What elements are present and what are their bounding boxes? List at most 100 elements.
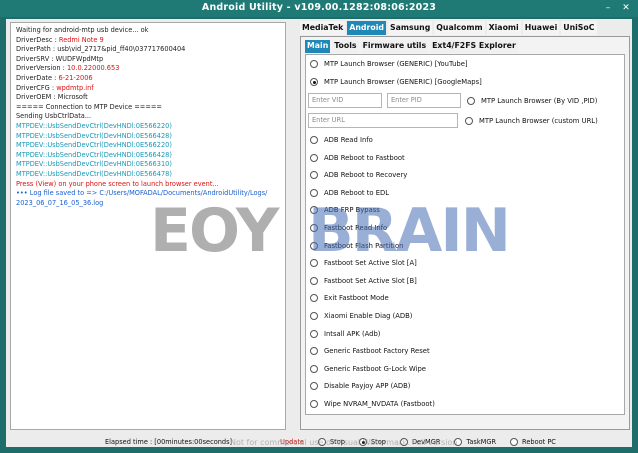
tab-samsung[interactable]: Samsung [387,21,433,35]
radio-button[interactable] [465,117,473,125]
subtab-tools[interactable]: Tools [332,40,359,53]
pid-input[interactable]: Enter PID [387,93,461,108]
option-exit-fastboot-mode[interactable]: Exit Fastboot Mode [310,293,389,303]
tab-android[interactable]: Android [347,21,386,35]
radio-button[interactable] [310,329,318,338]
option-generic-fastboot-g-lock-wipe[interactable]: Generic Fastboot G-Lock Wipe [310,364,426,374]
option-adb-reboot-to-recovery[interactable]: ADB Reboot to Recovery [310,170,407,180]
option-label: Fastboot Set Active Slot [B] [324,276,417,285]
option-adb-reboot-to-fastboot[interactable]: ADB Reboot to Fastboot [310,153,405,163]
radio-button[interactable] [310,78,318,86]
url-input[interactable]: Enter URL [308,113,458,128]
radio-button[interactable] [310,60,318,68]
log-line: DriverPath : usb\vid_2717&pid_ff40\03771… [16,45,280,55]
tab-qualcomm[interactable]: Qualcomm [434,21,485,35]
minimize-button[interactable]: – [602,2,614,14]
radio-button[interactable] [310,224,318,232]
option-adb-read-info[interactable]: ADB Read Info [310,135,373,145]
log-text: DriverPath : usb\vid_2717&pid_ff40\03771… [16,45,186,54]
radio-button[interactable] [310,153,318,162]
log-text: Press (View) on your phone screen to lau… [16,179,219,188]
option-mtp-browser-custom-url[interactable]: MTP Launch Browser (custom URL) [465,116,598,126]
log-line: DriverVersion : 10.0.22000.653 [16,64,280,74]
log-line: ===== Connection to MTP Device ===== [16,103,280,113]
radio-button[interactable] [310,312,318,320]
log-text: Sending UsbCtrlData... [16,112,92,121]
option-label: MTP Launch Browser (GENERIC) [GoogleMaps… [324,78,482,86]
tab-huawei[interactable]: Huawei [522,21,560,35]
log-text: DriverDate : [16,73,59,82]
elapsed-time-label: Elapsed time : [00minutes:00seconds] [105,438,233,446]
radio-button[interactable] [310,364,318,373]
subtab-ext4-f2fs-explorer[interactable]: Ext4/F2FS Explorer [430,40,518,53]
option-label: Xiaomi Enable Diag (ADB) [324,312,413,320]
option-wipe-nvram-nvdata-fastboot[interactable]: Wipe NVRAM_NVDATA (Fastboot) [310,399,435,409]
log-text: 10.0.22000.653 [66,64,120,73]
radio-button[interactable] [510,438,519,446]
radio-button[interactable] [310,136,318,144]
radio-button[interactable] [310,294,318,303]
radio-button[interactable] [467,97,475,105]
log-line: MTPDEV::UsbSendDevCtrl(DevHNDl:0E566478) [16,170,280,180]
log-line: DriverSRV : WUDFWpdMtp [16,55,280,65]
log-line: DriverOEM : Microsoft [16,93,280,103]
log-line: DriverCFG : wpdmtp.inf [16,84,280,94]
main-options-panel [305,54,625,415]
option-fastboot-flash-partition[interactable]: Fastboot Flash Partition [310,241,403,251]
option-label: ADB Reboot to EDL [324,188,390,197]
log-line: Sending UsbCtrlData... [16,112,280,122]
option-adb-frp-bypass[interactable]: ADB FRP Bypass [310,205,380,215]
radio-button[interactable] [310,382,318,391]
option-disable-payjoy-app-adb[interactable]: Disable Payjoy APP (ADB) [310,381,410,391]
option-label: ADB Reboot to Fastboot [324,153,405,162]
option-fastboot-read-info[interactable]: Fastboot Read Info [310,223,387,233]
option-label: Fastboot Read Info [324,224,388,232]
option-mtp-launch-browser-generic-youtube[interactable]: MTP Launch Browser (GENERIC) [YouTube] [310,59,468,69]
option-label: Generic Fastboot Factory Reset [324,347,430,356]
log-text: Waiting for android-mtp usb device... ok [16,26,149,34]
window-title: Android Utility - v109.00.1282:08:06:202… [201,2,437,13]
subtab-main[interactable]: Main [305,40,331,53]
status-option-taskmgr[interactable]: TaskMGR [454,438,496,446]
title-bar: Android Utility - v109.00.1282:08:06:202… [0,0,638,17]
radio-button[interactable] [310,276,318,285]
option-label: Exit Fastboot Mode [324,294,389,303]
radio-button[interactable] [310,206,318,215]
log-text: DriverCFG : [16,83,57,92]
option-xiaomi-enable-diag-adb[interactable]: Xiaomi Enable Diag (ADB) [310,311,412,321]
log-text: 6-21-2006 [58,73,93,82]
elapsed-time: Elapsed time : [00minutes:00seconds] [105,438,232,446]
radio-button[interactable] [310,400,318,408]
option-adb-reboot-to-edl[interactable]: ADB Reboot to EDL [310,188,389,198]
log-line: 2023_06_07_16_05_36.log [16,199,280,209]
radio-button[interactable] [310,347,318,356]
option-label: MTP Launch Browser (custom URL) [479,117,598,125]
radio-button[interactable] [310,188,318,197]
option-mtp-browser-vid-pid[interactable]: MTP Launch Browser (By VID ,PID) [467,96,597,106]
vid-input[interactable]: Enter VID [308,93,382,108]
tab-unisoc[interactable]: UniSoC [561,21,597,35]
radio-button[interactable] [310,171,318,180]
close-button[interactable]: ✕ [620,2,632,14]
sub-tabs: Main Tools Firmware utils Ext4/F2FS Explore… [305,40,518,53]
radio-button[interactable] [310,241,318,250]
log-text: DriverSRV : WUDFWpdMtp [16,54,104,63]
option-intsall-apk-adb[interactable]: Intsall APK (Adb) [310,329,380,339]
option-fastboot-set-active-slot-b[interactable]: Fastboot Set Active Slot [B] [310,276,417,286]
option-fastboot-set-active-slot-a[interactable]: Fastboot Set Active Slot [A] [310,258,417,268]
option-label: MTP Launch Browser (GENERIC) [YouTube] [324,60,468,68]
tab-xiaomi[interactable]: Xiaomi [486,21,521,35]
subtab-firmware-utils[interactable]: Firmware utils [360,40,429,53]
option-label: Generic Fastboot G-Lock Wipe [324,364,426,373]
option-mtp-launch-browser-generic-googlemaps[interactable]: MTP Launch Browser (GENERIC) [GoogleMaps… [310,77,482,87]
log-text: MTPDEV::UsbSendDevCtrl(DevHNDl:0E566428) [16,150,172,159]
status-option-reboot-pc[interactable]: Reboot PC [510,438,556,446]
tab-mediatek[interactable]: MediaTek [300,21,346,35]
option-generic-fastboot-factory-reset[interactable]: Generic Fastboot Factory Reset [310,346,430,356]
log-console[interactable]: Waiting for android-mtp usb device... ok… [10,22,286,430]
option-label: Disable Payjoy APP (ADB) [324,382,411,391]
option-label: ADB FRP Bypass [324,206,380,215]
radio-button[interactable] [310,259,318,268]
option-label: Intsall APK (Adb) [324,329,381,338]
log-text: DriverOEM : Microsoft [16,93,88,102]
